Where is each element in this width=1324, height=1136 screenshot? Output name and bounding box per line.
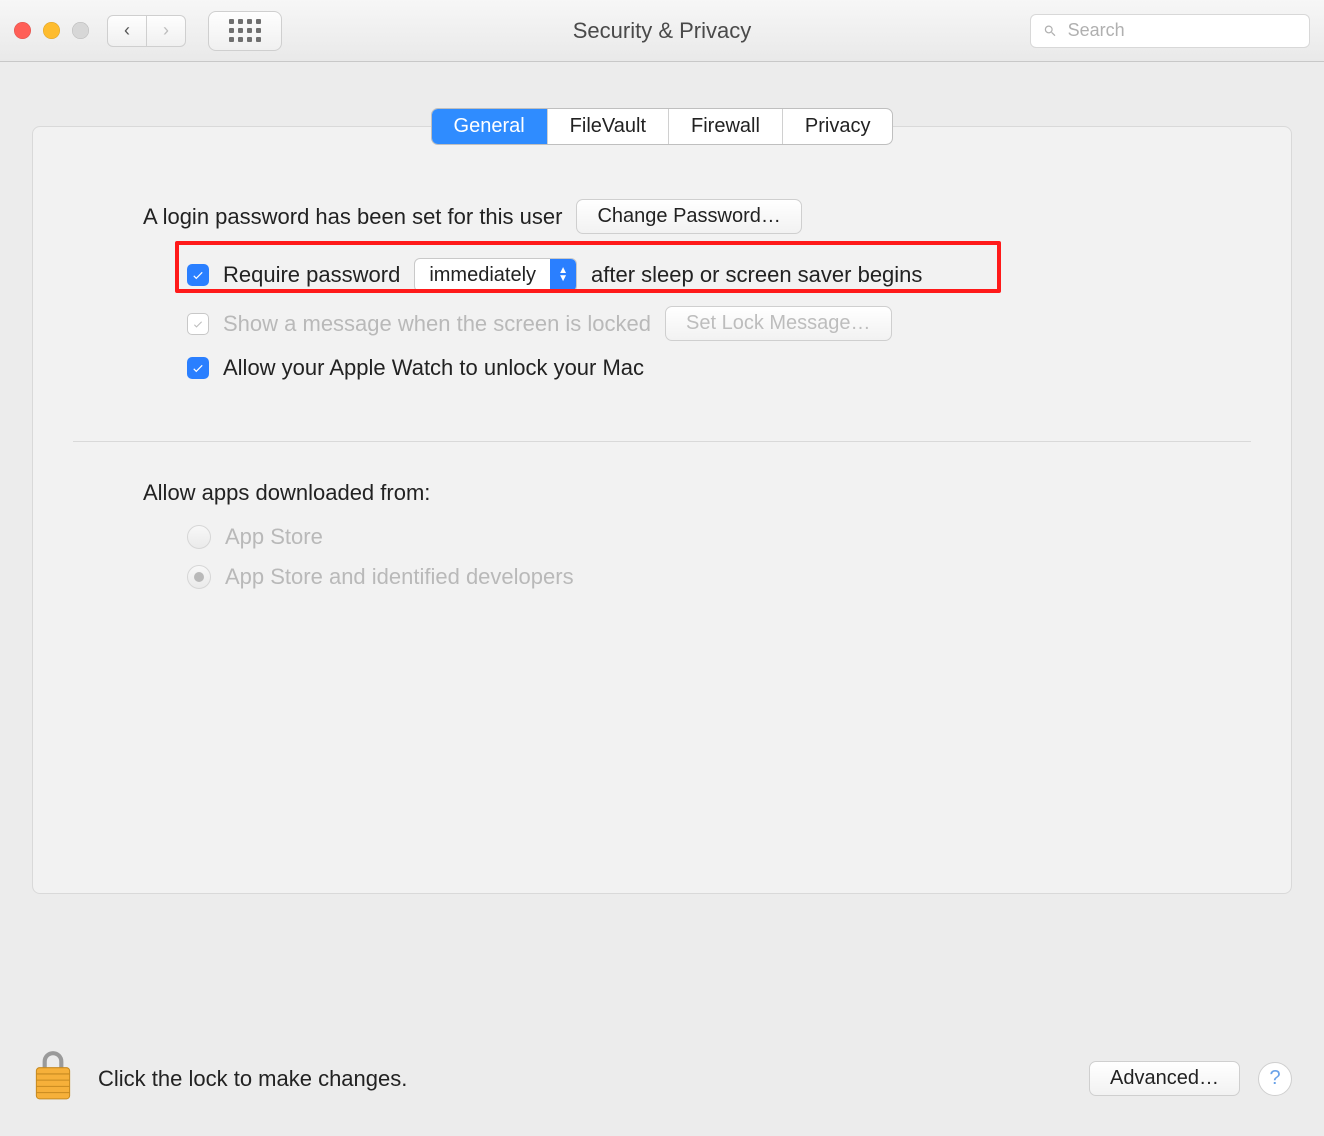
require-password-checkbox[interactable] xyxy=(187,264,209,286)
show-lock-message-label: Show a message when the screen is locked xyxy=(223,311,651,337)
check-icon xyxy=(191,268,205,282)
footer: Click the lock to make changes. Advanced… xyxy=(32,1049,1292,1108)
tab-bar: General FileVault Firewall Privacy xyxy=(0,108,1324,145)
grid-icon xyxy=(229,19,261,42)
zoom-window-button[interactable] xyxy=(72,22,89,39)
require-password-label-pre: Require password xyxy=(223,262,400,288)
tab-filevault[interactable]: FileVault xyxy=(548,109,669,144)
radio-identified-label: App Store and identified developers xyxy=(225,564,574,590)
close-window-button[interactable] xyxy=(14,22,31,39)
minimize-window-button[interactable] xyxy=(43,22,60,39)
lock-icon[interactable] xyxy=(32,1049,74,1108)
tab-firewall[interactable]: Firewall xyxy=(669,109,783,144)
updown-arrows-icon: ▲▼ xyxy=(550,259,576,291)
radio-app-store-label: App Store xyxy=(225,524,323,550)
apple-watch-unlock-label: Allow your Apple Watch to unlock your Ma… xyxy=(223,355,644,381)
lock-hint-text: Click the lock to make changes. xyxy=(98,1066,407,1092)
titlebar: ‹ › Security & Privacy xyxy=(0,0,1324,62)
tab-privacy[interactable]: Privacy xyxy=(783,109,893,144)
check-icon xyxy=(192,318,204,330)
chevron-right-icon: › xyxy=(163,20,169,41)
help-button[interactable]: ? xyxy=(1258,1062,1292,1096)
check-icon xyxy=(191,361,205,375)
show-all-prefs-button[interactable] xyxy=(208,11,282,51)
window-controls xyxy=(14,22,89,39)
radio-app-store[interactable] xyxy=(187,525,211,549)
require-password-label-post: after sleep or screen saver begins xyxy=(591,262,922,288)
divider xyxy=(73,441,1251,442)
chevron-left-icon: ‹ xyxy=(124,20,130,41)
general-panel: A login password has been set for this u… xyxy=(32,126,1292,894)
tab-general[interactable]: General xyxy=(432,109,548,144)
search-icon xyxy=(1043,23,1058,39)
search-input[interactable] xyxy=(1066,19,1297,42)
require-password-delay-popup[interactable]: immediately ▲▼ xyxy=(414,258,577,292)
back-button[interactable]: ‹ xyxy=(107,15,147,47)
show-lock-message-checkbox[interactable] xyxy=(187,313,209,335)
apple-watch-unlock-checkbox[interactable] xyxy=(187,357,209,379)
search-field[interactable] xyxy=(1030,14,1310,48)
login-password-text: A login password has been set for this u… xyxy=(143,204,562,230)
popup-value: immediately xyxy=(415,264,550,287)
set-lock-message-button[interactable]: Set Lock Message… xyxy=(665,306,892,341)
change-password-button[interactable]: Change Password… xyxy=(576,199,801,234)
allow-apps-heading: Allow apps downloaded from: xyxy=(143,480,1181,506)
radio-identified-developers[interactable] xyxy=(187,565,211,589)
forward-button[interactable]: › xyxy=(146,15,186,47)
advanced-button[interactable]: Advanced… xyxy=(1089,1061,1240,1096)
